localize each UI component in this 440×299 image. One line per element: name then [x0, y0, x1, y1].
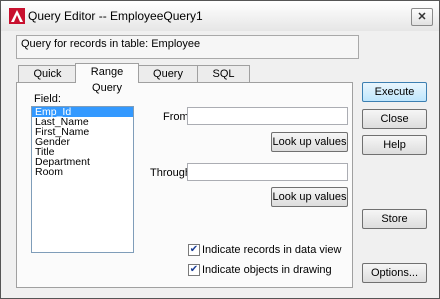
- help-button[interactable]: Help: [362, 135, 427, 155]
- through-look-up-values-button[interactable]: Look up values: [271, 187, 348, 207]
- window-close-button[interactable]: ✕: [411, 8, 433, 26]
- tab-range-query[interactable]: Range Query: [75, 63, 139, 94]
- indicate-objects-checkbox[interactable]: ✔: [188, 264, 200, 276]
- from-input[interactable]: [187, 107, 348, 125]
- field-label: Field:: [34, 93, 61, 105]
- through-input[interactable]: [187, 163, 348, 181]
- title-bar[interactable]: Query Editor -- EmployeeQuery1 ✕: [1, 1, 439, 31]
- execute-button[interactable]: Execute: [362, 82, 427, 102]
- indicate-records-label: Indicate records in data view: [202, 244, 342, 256]
- table-info-box: Query for records in table: Employee: [16, 35, 359, 59]
- store-button[interactable]: Store: [362, 209, 427, 229]
- tab-sql-query[interactable]: SQL Query: [197, 65, 250, 96]
- close-button[interactable]: Close: [362, 109, 427, 129]
- tab-quick-query[interactable]: Quick Query: [18, 65, 77, 96]
- from-look-up-values-button[interactable]: Look up values: [271, 132, 348, 152]
- indicate-records-checkbox[interactable]: ✔: [188, 244, 200, 256]
- tab-query-builder[interactable]: Query Builder: [138, 65, 198, 96]
- table-info-text: Query for records in table: Employee: [21, 38, 201, 50]
- query-editor-window: Query Editor -- EmployeeQuery1 ✕ Query f…: [0, 0, 440, 299]
- window-title: Query Editor -- EmployeeQuery1: [28, 9, 203, 23]
- indicate-objects-label: Indicate objects in drawing: [202, 264, 332, 276]
- autocad-app-icon: [9, 8, 25, 24]
- options-button[interactable]: Options...: [362, 263, 427, 283]
- list-item-room[interactable]: Room: [32, 167, 133, 178]
- field-listbox[interactable]: Emp_Id Last_Name First_Name Gender Title…: [31, 106, 134, 253]
